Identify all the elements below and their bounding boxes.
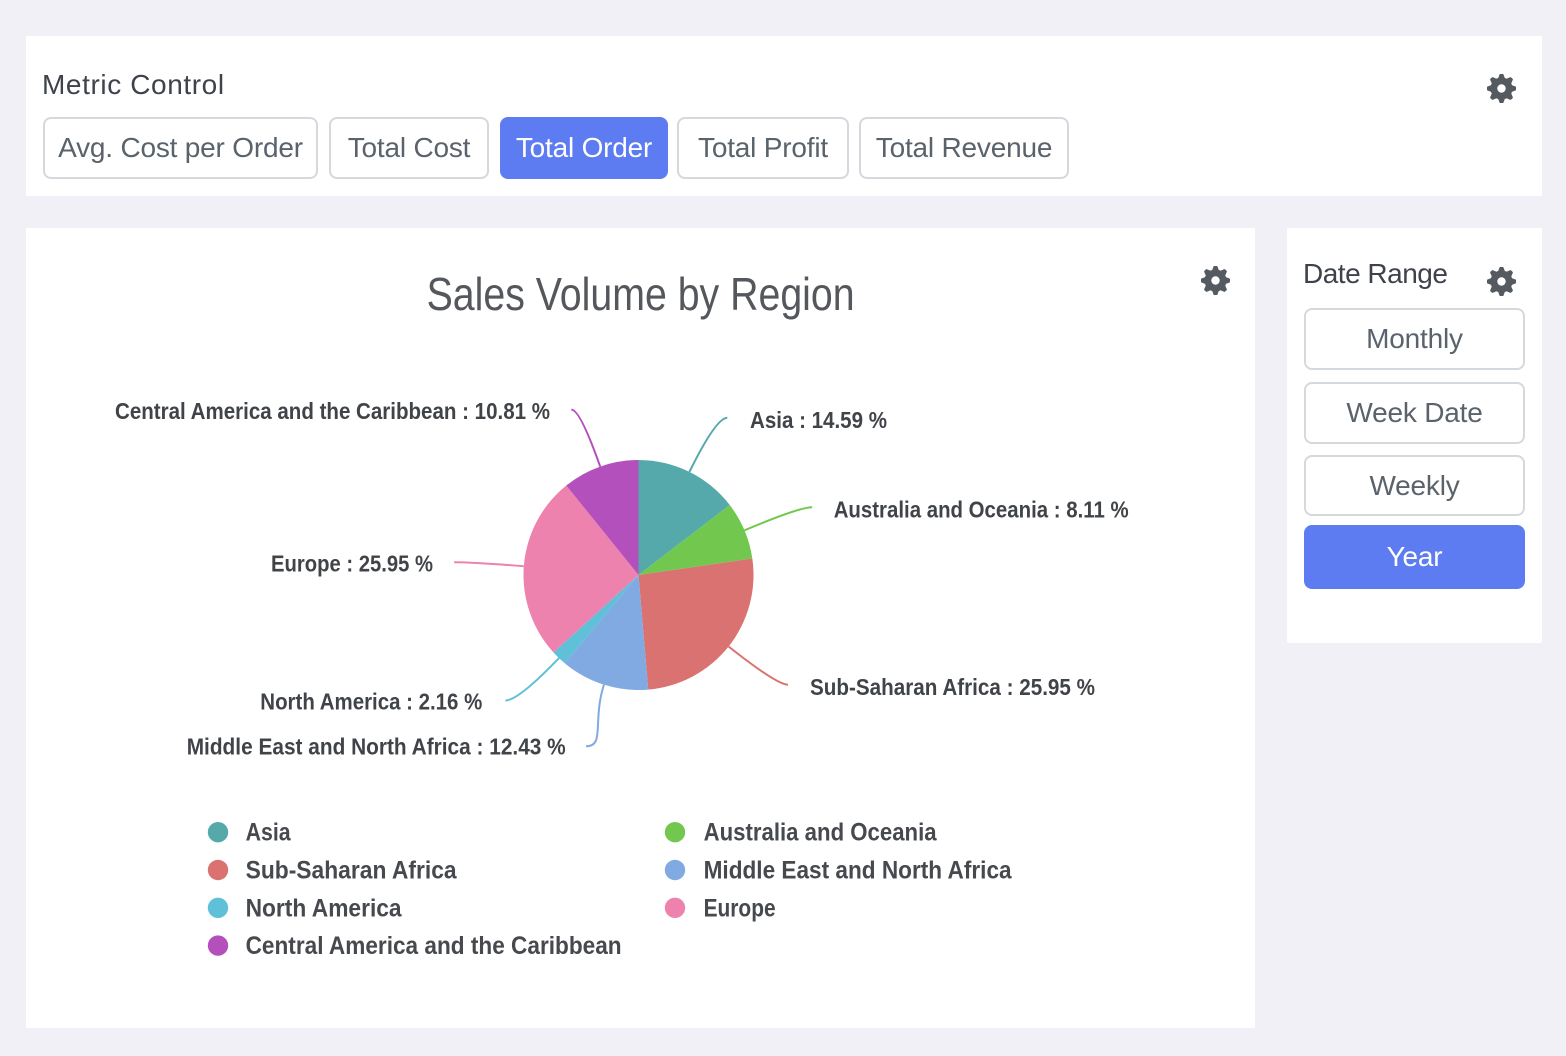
svg-text:Sub-Saharan Africa: Sub-Saharan Africa — [246, 857, 458, 885]
svg-text:North America : 2.16 %: North America : 2.16 % — [260, 689, 482, 715]
svg-text:Australia and Oceania: Australia and Oceania — [704, 819, 938, 847]
svg-text:Middle East and North Africa :: Middle East and North Africa : 12.43 % — [187, 734, 566, 760]
svg-text:Middle East and North Africa: Middle East and North Africa — [704, 857, 1013, 885]
svg-text:Asia : 14.59 %: Asia : 14.59 % — [750, 407, 887, 433]
svg-text:Australia and Oceania : 8.11 %: Australia and Oceania : 8.11 % — [834, 496, 1129, 522]
svg-text:Asia: Asia — [246, 819, 292, 847]
svg-text:Sub-Saharan Africa : 25.95 %: Sub-Saharan Africa : 25.95 % — [810, 674, 1095, 700]
svg-text:North America: North America — [246, 894, 403, 922]
svg-text:Europe : 25.95 %: Europe : 25.95 % — [271, 550, 433, 576]
svg-text:Europe: Europe — [704, 894, 776, 922]
svg-text:Central America and the Caribb: Central America and the Caribbean : 10.8… — [115, 398, 550, 424]
svg-text:Central America and the Caribb: Central America and the Caribbean — [246, 932, 622, 960]
